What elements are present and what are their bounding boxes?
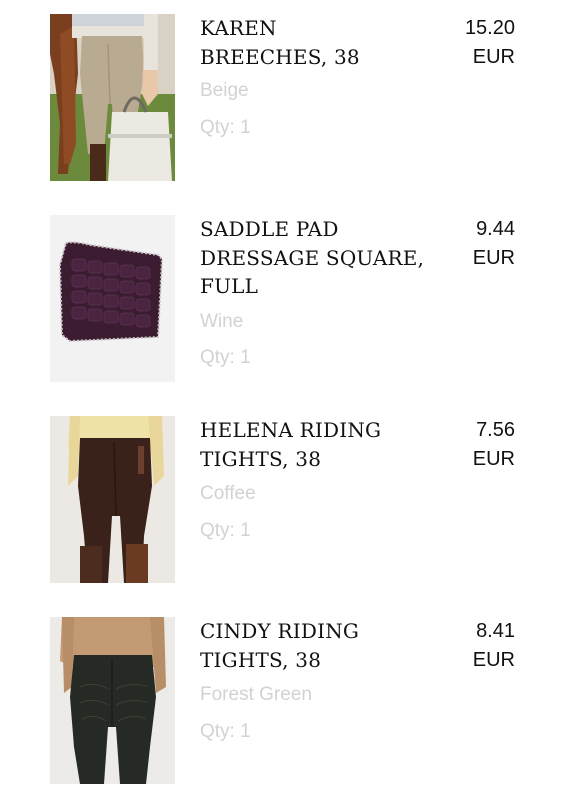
cart-item[interactable]: KAREN BREECHES, 38 Beige Qty: 1 15.20 EU… [0, 14, 566, 184]
price-amount: 7.56 [476, 419, 515, 441]
product-image[interactable] [50, 617, 175, 784]
product-color: Coffee [200, 483, 256, 504]
price-amount: 9.44 [476, 218, 515, 240]
product-price: 9.44 EUR [405, 215, 515, 272]
product-price: 8.41 EUR [405, 617, 515, 674]
product-name: CINDY RIDING TIGHTS, 38 [200, 619, 360, 672]
product-quantity: Qty: 1 [200, 347, 251, 368]
product-image[interactable] [50, 14, 175, 181]
product-color: Wine [200, 311, 244, 332]
product-name: SADDLE PAD DRESSAGE SQUARE, FULL [200, 217, 425, 298]
product-quantity: Qty: 1 [200, 520, 251, 541]
product-color: Forest Green [200, 684, 312, 705]
price-currency: EUR [472, 45, 515, 68]
product-name: KAREN BREECHES, 38 [200, 16, 360, 69]
price-amount: 8.41 [476, 620, 515, 642]
product-quantity: Qty: 1 [200, 721, 251, 742]
price-amount: 15.20 [464, 17, 515, 39]
product-color: Beige [200, 80, 249, 101]
cart-item[interactable]: CINDY RIDING TIGHTS, 38 Forest Green Qty… [0, 617, 566, 787]
cart-item-list: KAREN BREECHES, 38 Beige Qty: 1 15.20 EU… [0, 0, 566, 800]
price-currency: EUR [472, 246, 515, 269]
cart-item[interactable]: HELENA RIDING TIGHTS, 38 Coffee Qty: 1 7… [0, 416, 566, 586]
cart-item[interactable]: SADDLE PAD DRESSAGE SQUARE, FULL Wine Qt… [0, 215, 566, 385]
product-price: 7.56 EUR [405, 416, 515, 473]
product-image[interactable] [50, 416, 175, 583]
product-quantity: Qty: 1 [200, 117, 251, 138]
product-name: HELENA RIDING TIGHTS, 38 [200, 418, 382, 471]
product-price: 15.20 EUR [405, 14, 515, 71]
product-image[interactable] [50, 215, 175, 382]
price-currency: EUR [472, 648, 515, 671]
price-currency: EUR [472, 447, 515, 470]
